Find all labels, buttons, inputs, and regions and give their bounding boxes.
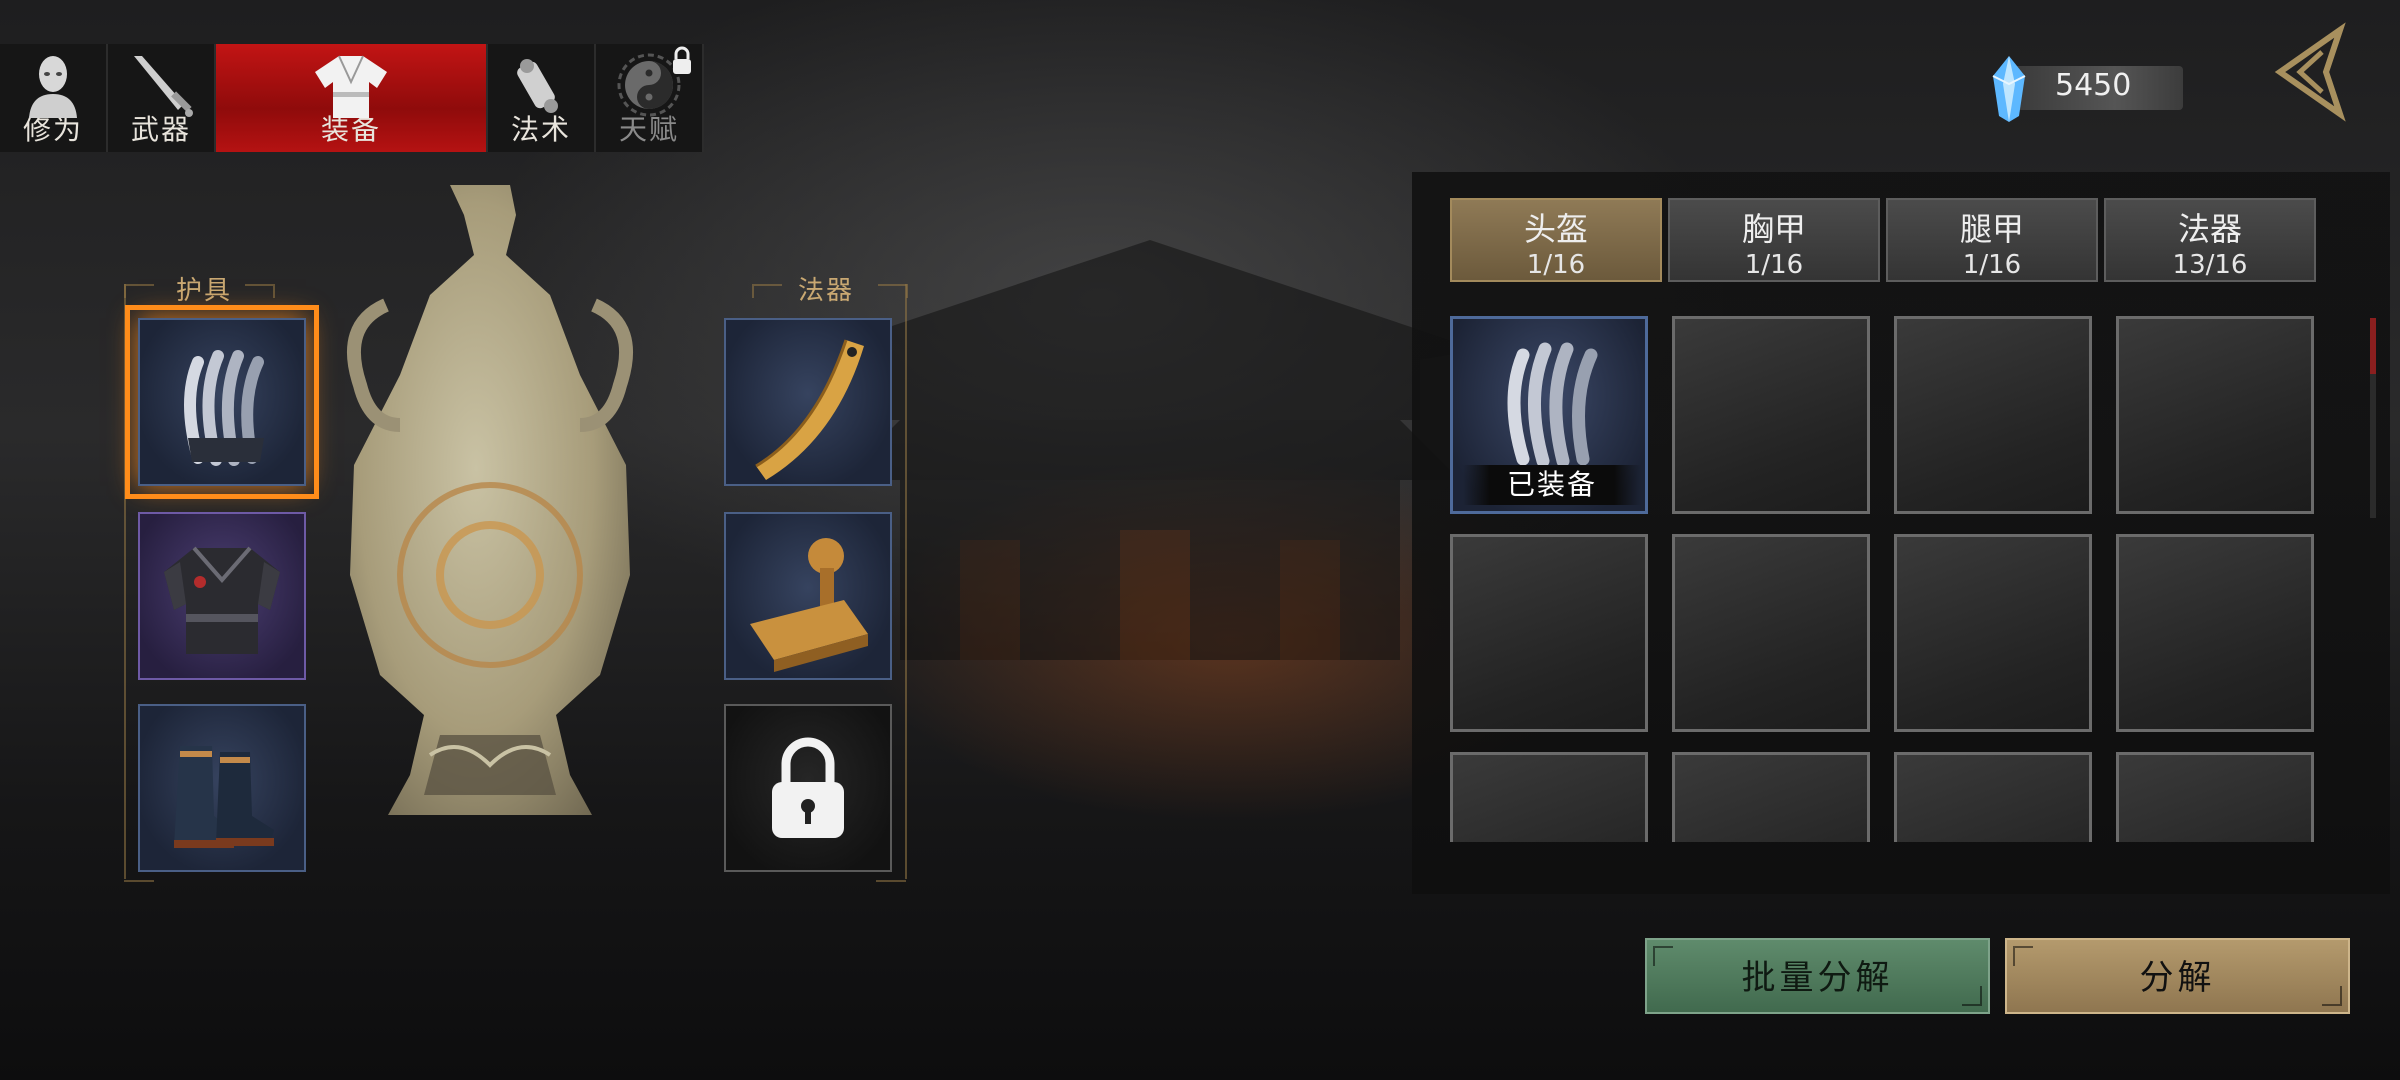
button-label: 批量分解	[1741, 958, 1894, 998]
artifact-group-title: 法器	[798, 276, 855, 306]
inventory-slot[interactable]	[1672, 752, 1870, 842]
equipped-badge: 已装备	[1463, 465, 1641, 505]
category-count: 1/16	[1526, 250, 1586, 280]
button-label: 分解	[2139, 958, 2216, 998]
armor-slot-helmet[interactable]	[125, 305, 319, 499]
lock-icon	[673, 46, 691, 74]
inventory-slot-equipped[interactable]: 已装备	[1450, 316, 1648, 514]
inventory-slot[interactable]	[1894, 752, 2092, 842]
category-tab-legs[interactable]: 腿甲 1/16	[1886, 198, 2098, 282]
armor-frame-corner	[124, 284, 154, 298]
category-count: 1/16	[1962, 250, 2022, 280]
artifact-frame-bottom	[876, 880, 906, 882]
top-tab-bar: 修为 武器 装备 法术 天赋	[0, 44, 704, 152]
chest-armor-icon	[164, 546, 280, 654]
armor-slot-chest[interactable]	[138, 512, 306, 680]
currency-display: 5450	[1985, 56, 2195, 122]
artifact-frame-right	[905, 284, 907, 879]
helmet-claw-icon	[1507, 342, 1598, 468]
category-count: 1/16	[1744, 250, 1804, 280]
armor-frame-bottom	[124, 880, 154, 882]
back-arrow-icon[interactable]	[2270, 22, 2350, 122]
artifact-frame-corner	[878, 284, 908, 298]
artifact-slot-locked[interactable]	[724, 704, 892, 872]
armor-slot-boots[interactable]	[138, 704, 306, 872]
cultivator-bust-icon	[29, 56, 77, 118]
category-tab-chest[interactable]: 胸甲 1/16	[1668, 198, 1880, 282]
decompose-button[interactable]: 分解	[2005, 938, 2350, 1014]
seal-stamp-icon	[750, 538, 868, 672]
tab-equipment[interactable]: 装备	[216, 44, 488, 152]
armor-frame-left	[124, 284, 126, 879]
category-name: 法器	[2177, 210, 2242, 248]
armor-frame-corner	[245, 284, 275, 298]
inventory-slot[interactable]	[1672, 534, 1870, 732]
tab-talent[interactable]: 天赋	[596, 44, 704, 152]
tab-cultivation[interactable]: 修为	[0, 44, 108, 152]
artifact-frame-corner	[752, 284, 782, 298]
boots-icon	[174, 746, 274, 848]
bamboo-scroll-icon	[755, 339, 864, 480]
armor-group-title: 护具	[176, 276, 233, 306]
category-name: 头盔	[1523, 210, 1588, 248]
inventory-panel: 头盔 1/16 胸甲 1/16 腿甲 1/16 法器 13/16 已装备	[1412, 172, 2390, 894]
tab-spells[interactable]: 法术	[488, 44, 596, 152]
inventory-row-clipped	[1412, 752, 2390, 842]
category-name: 胸甲	[1741, 210, 1806, 248]
vase-artifact-display	[347, 185, 633, 815]
inventory-slot[interactable]	[2116, 752, 2314, 842]
category-tab-artifact[interactable]: 法器 13/16	[2104, 198, 2316, 282]
category-tab-helmet[interactable]: 头盔 1/16	[1450, 198, 1662, 282]
artifact-slot-1[interactable]	[724, 318, 892, 486]
scrollbar-thumb[interactable]	[2370, 318, 2376, 374]
currency-value: 5450	[2055, 68, 2132, 103]
sword-icon	[134, 56, 193, 117]
inventory-slot[interactable]	[2116, 316, 2314, 514]
inventory-slot[interactable]	[1450, 534, 1648, 732]
scroll-icon	[517, 59, 558, 113]
category-name: 腿甲	[1959, 210, 2024, 248]
inventory-slot[interactable]	[1450, 752, 1648, 842]
robe-icon	[315, 55, 387, 118]
batch-decompose-button[interactable]: 批量分解	[1645, 938, 1990, 1014]
tab-weapon[interactable]: 武器	[108, 44, 216, 152]
helmet-claw-icon	[184, 350, 264, 466]
category-count: 13/16	[2172, 250, 2248, 280]
inventory-slot[interactable]	[1894, 316, 2092, 514]
inventory-slot[interactable]	[1894, 534, 2092, 732]
blue-crystal-icon	[1992, 56, 2026, 122]
inventory-slot[interactable]	[2116, 534, 2314, 732]
lock-icon	[772, 737, 844, 838]
inventory-slot[interactable]	[1672, 316, 1870, 514]
inventory-scrollbar[interactable]	[2370, 318, 2376, 518]
artifact-slot-2[interactable]	[724, 512, 892, 680]
